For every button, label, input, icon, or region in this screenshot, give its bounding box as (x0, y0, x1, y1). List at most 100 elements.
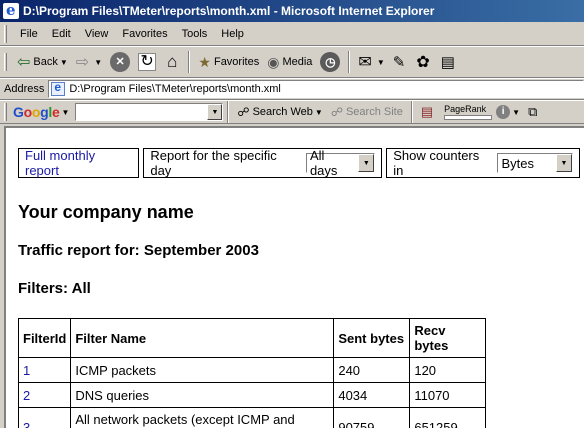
filter-id-link[interactable]: 3 (17, 407, 72, 428)
forward-arrow-icon: ⇨ (75, 54, 90, 71)
history-button[interactable]: ◷ (316, 50, 344, 74)
google-search-input[interactable]: ▼ (75, 103, 224, 121)
search-site-icon: ☍ (330, 105, 343, 119)
forward-button[interactable]: ⇨ ▼ (72, 50, 106, 74)
column-header: Recv bytes (409, 318, 487, 358)
mail-button[interactable]: ✉ ▼ (354, 50, 388, 74)
back-label: Back (33, 56, 58, 68)
window-title: D:\Program Files\TMeter\reports\month.xm… (23, 4, 435, 18)
pagerank-label: PageRank (444, 104, 487, 114)
menu-bar: File Edit View Favorites Tools Help (0, 22, 584, 46)
specific-day-box: Report for the specific day All days ▼ (143, 148, 383, 178)
flower-icon: ✿ (416, 54, 430, 71)
table-row: 3 All network packets (except ICMP and D… (17, 407, 487, 428)
table-row: 1 ICMP packets 240 120 (17, 357, 487, 383)
dropdown-arrow-icon[interactable]: ▼ (60, 58, 68, 67)
address-input[interactable]: D:\Program Files\TMeter\reports\month.xm… (48, 80, 584, 98)
search-site-label: Search Site (345, 106, 403, 118)
filter-id-link[interactable]: 1 (17, 357, 72, 383)
ie-icon (3, 1, 19, 19)
dropdown-arrow-icon[interactable]: ▼ (315, 108, 323, 117)
google-logo[interactable]: Google (13, 104, 60, 120)
menu-view[interactable]: View (78, 26, 116, 42)
dropdown-arrow-icon[interactable]: ▼ (207, 104, 223, 120)
toolbar-separator (188, 51, 191, 73)
google-toolbar: Google ▼ ▼ ☍ Search Web ▼ ☍ Search Site … (0, 100, 584, 124)
traffic-table: FilterId Filter Name Sent bytes Recv byt… (17, 318, 487, 428)
company-heading: Your company name (18, 202, 194, 222)
recv-bytes-cell: 11070 (409, 382, 487, 408)
menu-favorites[interactable]: Favorites (115, 26, 174, 42)
counters-box: Show counters in Bytes ▼ (386, 148, 580, 178)
filter-id-link[interactable]: 2 (17, 382, 72, 408)
dropdown-arrow-icon[interactable]: ▼ (358, 154, 375, 172)
binoculars-icon: ☍ (237, 105, 250, 119)
filter-name-cell: ICMP packets (70, 357, 335, 383)
filters-heading: Filters: All (18, 280, 91, 297)
favorites-button[interactable]: ★ Favorites (194, 52, 263, 73)
refresh-button[interactable]: ↻ (134, 51, 163, 73)
specific-day-label: Report for the specific day (150, 148, 277, 178)
notes-button[interactable]: ▤ (437, 51, 462, 73)
menu-edit[interactable]: Edit (45, 26, 78, 42)
dropdown-arrow-icon[interactable]: ▼ (556, 154, 572, 172)
page-content: Full monthly report Report for the speci… (4, 126, 584, 428)
toolbar-grip[interactable] (4, 103, 7, 121)
sent-bytes-cell: 240 (333, 357, 411, 383)
dropdown-arrow-icon[interactable]: ▼ (512, 108, 520, 117)
popup-blocker-button[interactable]: ⧉ (524, 102, 544, 122)
notepad-icon: ▤ (440, 54, 455, 71)
toolbar-separator (227, 101, 230, 123)
full-report-link[interactable]: Full monthly report (25, 148, 132, 178)
toolbar-grip[interactable] (4, 24, 7, 43)
home-icon: ⌂ (167, 52, 178, 71)
news-icon: ▤ (420, 104, 434, 119)
pagerank-meter: PageRank (444, 104, 493, 120)
standard-toolbar: ⇦ Back ▼ ⇨ ▼ ✕ ↻ ⌂ ★ Favorites ◉ Media ◷… (0, 46, 584, 78)
toolbar-grip[interactable] (4, 53, 7, 71)
menu-file[interactable]: File (13, 26, 45, 42)
search-web-label: Search Web (252, 106, 313, 118)
search-site-button[interactable]: ☍ Search Site (327, 103, 407, 121)
counters-select[interactable]: Bytes ▼ (497, 153, 573, 173)
refresh-icon: ↻ (138, 53, 157, 71)
favorites-label: Favorites (213, 56, 260, 68)
news-button[interactable]: ▤ (417, 102, 440, 122)
day-select-value: All days (309, 148, 338, 178)
mail-icon: ✉ (358, 54, 372, 71)
media-icon: ◉ (267, 53, 280, 70)
sent-bytes-cell: 90759 (333, 407, 411, 428)
media-button[interactable]: ◉ Media (263, 52, 316, 73)
counters-label: Show counters in (393, 148, 480, 178)
stop-button[interactable]: ✕ (106, 50, 134, 74)
stop-icon: ✕ (110, 52, 131, 72)
traffic-heading: Traffic report for: September 2003 (18, 242, 259, 259)
windows-icon: ⧉ (528, 104, 538, 119)
filter-name-cell: All network packets (except ICMP and DNS… (70, 407, 335, 428)
recv-bytes-cell: 120 (409, 357, 487, 383)
back-arrow-icon: ⇦ (17, 54, 31, 71)
page-info-button[interactable]: i ▼ (492, 103, 524, 121)
home-button[interactable]: ⌂ (163, 50, 184, 74)
messenger-button[interactable]: ✿ (412, 50, 436, 74)
pagerank-bar (444, 115, 493, 120)
dropdown-arrow-icon[interactable]: ▼ (94, 58, 102, 67)
media-label: Media (282, 56, 313, 68)
filter-name-cell: DNS queries (70, 382, 335, 408)
menu-help[interactable]: Help (214, 26, 251, 42)
history-icon: ◷ (320, 52, 341, 72)
report-controls: Full monthly report Report for the speci… (18, 148, 584, 178)
dropdown-arrow-icon[interactable]: ▼ (377, 58, 385, 67)
edit-button[interactable]: ✎ (389, 51, 413, 73)
back-button[interactable]: ⇦ Back ▼ (13, 50, 72, 74)
column-header: FilterId (17, 318, 72, 358)
counters-select-value: Bytes (501, 155, 534, 171)
search-web-button[interactable]: ☍ Search Web ▼ (233, 103, 326, 121)
recv-bytes-cell: 651259 (409, 407, 487, 428)
dropdown-arrow-icon[interactable]: ▼ (61, 108, 69, 117)
column-header: Sent bytes (333, 318, 411, 358)
day-select[interactable]: All days ▼ (305, 148, 376, 178)
toolbar-separator (410, 101, 413, 123)
menu-tools[interactable]: Tools (175, 26, 215, 42)
table-row: 2 DNS queries 4034 11070 (17, 382, 487, 408)
